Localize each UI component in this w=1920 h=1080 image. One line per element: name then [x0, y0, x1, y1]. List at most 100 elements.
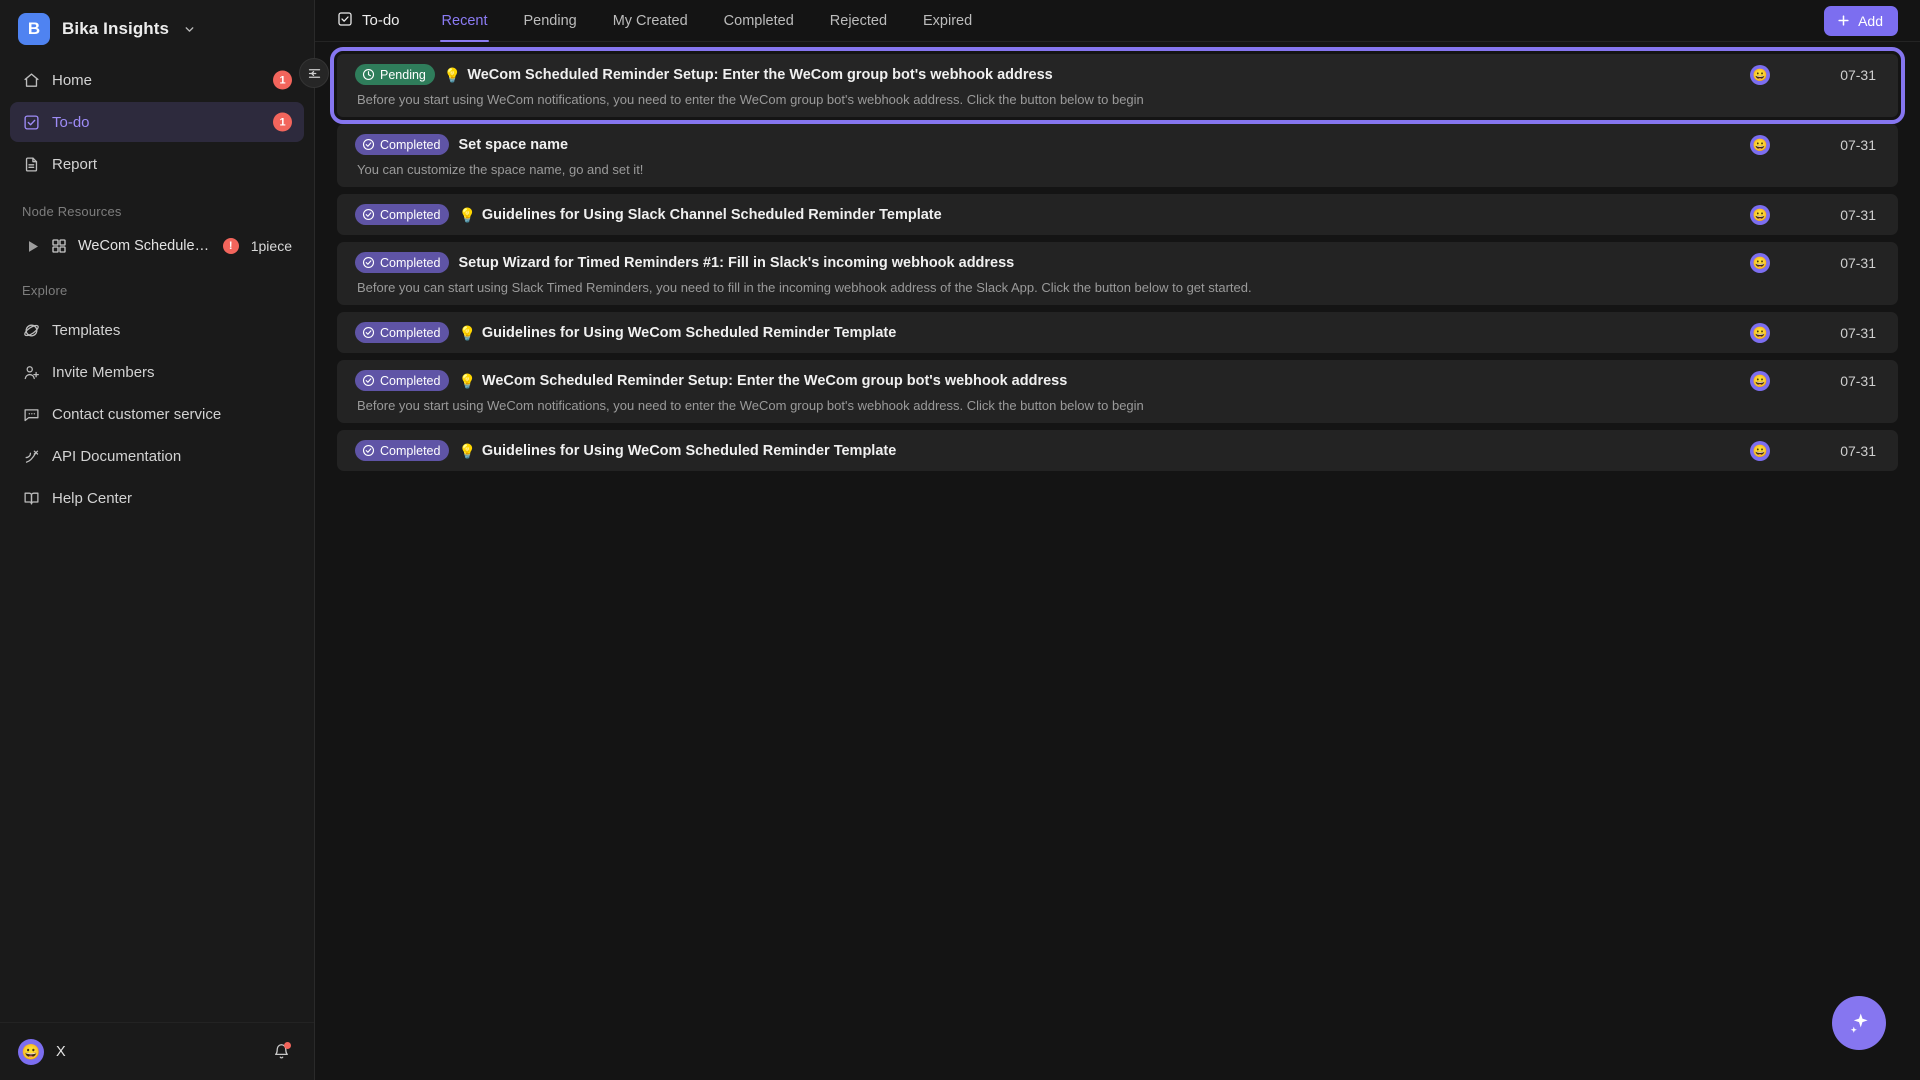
task-meta: 😀 07-31	[1750, 370, 1876, 391]
caret-right-icon[interactable]	[26, 240, 40, 252]
tab-my-created[interactable]: My Created	[595, 0, 706, 42]
chevron-down-icon[interactable]	[183, 23, 196, 36]
task-title-line: Completed 💡 Guidelines for Using WeCom Sch…	[355, 440, 1726, 461]
sidebar-item-home[interactable]: Home 1	[10, 60, 304, 100]
avatar[interactable]: 😀	[18, 1038, 44, 1065]
task-date: 07-31	[1840, 255, 1876, 271]
task-row[interactable]: Completed 💡 Guidelines for Using WeCom Sch…	[337, 312, 1898, 353]
task-row[interactable]: Completed 💡 WeCom Scheduled Reminder Setup…	[337, 360, 1898, 423]
workspace-logo: B	[18, 13, 50, 45]
tab-pending[interactable]: Pending	[505, 0, 594, 42]
check-circle-icon	[362, 444, 375, 457]
explore-heading: Explore	[22, 283, 68, 298]
lightbulb-icon: 💡	[458, 442, 476, 459]
user-bar[interactable]: 😀 X	[0, 1022, 314, 1080]
task-title: Guidelines for Using WeCom Scheduled Rem…	[481, 442, 897, 459]
task-body: Completed Setup Wizard for Timed Reminder…	[355, 252, 1726, 295]
page-title: To-do	[337, 11, 400, 31]
lightbulb-icon: 💡	[458, 372, 476, 389]
task-title: Setup Wizard for Timed Reminders #1: Fil…	[458, 254, 1015, 271]
task-meta: 😀 07-31	[1750, 64, 1876, 85]
tab-recent[interactable]: Recent	[424, 0, 506, 42]
plus-icon	[1836, 13, 1851, 28]
sidebar-item-invite-members[interactable]: Invite Members	[10, 352, 304, 392]
status-badge-label: Completed	[380, 255, 441, 270]
avatar[interactable]: 😀	[1750, 205, 1770, 225]
task-row[interactable]: Completed Setup Wizard for Timed Reminder…	[337, 242, 1898, 305]
clock-icon	[362, 68, 375, 81]
task-meta: 😀 07-31	[1750, 204, 1876, 225]
check-circle-icon	[362, 374, 375, 387]
sidebar-item-help-center[interactable]: Help Center	[10, 478, 304, 518]
task-row[interactable]: Completed 💡 Guidelines for Using Slack Cha…	[337, 194, 1898, 235]
sparkle-ai-icon	[1846, 1010, 1872, 1036]
add-button[interactable]: Add	[1824, 5, 1898, 36]
sidebar-item-contact-customer-service[interactable]: Contact customer service	[10, 394, 304, 434]
task-date: 07-31	[1840, 137, 1876, 153]
task-body: Completed Set space name You can customize…	[355, 134, 1726, 177]
tab-expired[interactable]: Expired	[905, 0, 990, 42]
workspace-switcher[interactable]: B Bika Insights	[0, 0, 314, 56]
tabs: Recent Pending My Created Completed Reje…	[424, 0, 991, 42]
explore-nav: Templates Invite Members Contact custome…	[0, 306, 314, 520]
check-circle-icon	[362, 208, 375, 221]
checkbox-icon	[337, 11, 353, 31]
status-badge-label: Completed	[380, 443, 441, 458]
task-meta: 😀 07-31	[1750, 322, 1876, 343]
avatar[interactable]: 😀	[1750, 65, 1770, 85]
sidebar-badge-home: 1	[273, 70, 292, 90]
bell-icon[interactable]	[273, 1042, 291, 1060]
status-badge-label: Completed	[380, 207, 441, 222]
task-date: 07-31	[1840, 67, 1876, 83]
task-description: You can customize the space name, go and…	[357, 162, 644, 177]
sidebar-item-label: Templates	[52, 321, 121, 339]
user-plus-icon	[22, 363, 40, 381]
task-title: Set space name	[458, 136, 569, 153]
alert-icon: !	[222, 238, 239, 254]
task-title-line: Completed 💡 Guidelines for Using Slack Cha…	[355, 204, 1726, 225]
status-badge-label: Completed	[380, 137, 441, 152]
collapse-sidebar-icon[interactable]	[299, 58, 329, 88]
main-content: To-do Recent Pending My Created Complete…	[315, 0, 1920, 1080]
tab-rejected[interactable]: Rejected	[812, 0, 905, 42]
notification-dot	[284, 1042, 291, 1049]
lightbulb-icon: 💡	[458, 324, 476, 341]
task-description: Before you start using WeCom notificatio…	[357, 92, 1144, 107]
task-body: Pending 💡 WeCom Scheduled Reminder Setup: …	[355, 64, 1726, 107]
task-date: 07-31	[1840, 325, 1876, 341]
document-icon	[22, 155, 40, 173]
avatar[interactable]: 😀	[1750, 323, 1770, 343]
sidebar-node-label: WeCom Scheduled...	[78, 238, 213, 254]
task-row[interactable]: Completed 💡 Guidelines for Using WeCom Sch…	[337, 430, 1898, 471]
status-badge-label: Completed	[380, 373, 441, 388]
page-title-label: To-do	[362, 12, 400, 29]
sidebar-item-templates[interactable]: Templates	[10, 310, 304, 350]
avatar[interactable]: 😀	[1750, 371, 1770, 391]
avatar[interactable]: 😀	[1750, 253, 1770, 273]
home-icon	[22, 71, 40, 89]
task-title-line: Completed 💡 WeCom Scheduled Reminder Setup…	[355, 370, 1726, 391]
sidebar-item-todo[interactable]: To-do 1	[10, 102, 304, 142]
lightbulb-icon: 💡	[443, 66, 462, 83]
ai-assistant-button[interactable]	[1832, 996, 1886, 1050]
task-row[interactable]: Pending 💡 WeCom Scheduled Reminder Setup: …	[330, 47, 1905, 124]
avatar[interactable]: 😀	[1750, 135, 1770, 155]
tab-completed[interactable]: Completed	[706, 0, 812, 42]
sidebar-node-count: 1piece	[250, 238, 292, 254]
task-row[interactable]: Completed Set space name You can customize…	[337, 124, 1898, 187]
chat-icon	[22, 405, 40, 423]
sidebar-item-report[interactable]: Report	[10, 144, 304, 184]
sidebar-item-api-documentation[interactable]: API Documentation	[10, 436, 304, 476]
sidebar-item-label: Invite Members	[52, 363, 155, 381]
sidebar: B Bika Insights Home 1 To-do 1 Report No…	[0, 0, 329, 1080]
task-body: Completed 💡 Guidelines for Using WeCom Sch…	[355, 440, 1726, 461]
task-title: WeCom Scheduled Reminder Setup: Enter th…	[481, 372, 1068, 389]
task-body: Completed 💡 Guidelines for Using WeCom Sch…	[355, 322, 1726, 343]
sidebar-item-label: API Documentation	[52, 447, 182, 465]
task-meta: 😀 07-31	[1750, 252, 1876, 273]
sidebar-node-wecom-scheduled[interactable]: WeCom Scheduled... ! 1piece	[10, 227, 304, 265]
task-date: 07-31	[1840, 373, 1876, 389]
task-title-line: Completed Setup Wizard for Timed Reminder…	[355, 252, 1726, 273]
avatar[interactable]: 😀	[1750, 441, 1770, 461]
status-badge: Completed	[355, 252, 450, 273]
